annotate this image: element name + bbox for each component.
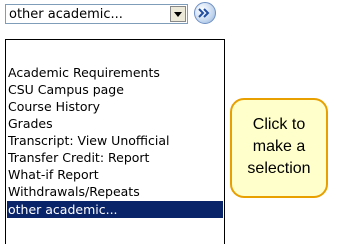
list-item[interactable]: What-if Report <box>8 166 99 183</box>
list-item-selected[interactable]: other academic... <box>7 201 223 218</box>
callout-line: make a <box>252 138 306 155</box>
callout-line: selection <box>247 160 311 177</box>
list-item[interactable]: Transfer Credit: Report <box>8 149 149 166</box>
list-item[interactable]: Academic Requirements <box>8 64 160 81</box>
dropdown-selected-value: other academic... <box>9 7 123 22</box>
academic-dropdown[interactable]: other academic... <box>5 4 188 24</box>
list-item[interactable]: Course History <box>8 98 100 115</box>
double-chevron-right-icon <box>198 8 210 18</box>
options-listbox[interactable]: Academic Requirements CSU Campus page Co… <box>5 39 225 244</box>
list-item[interactable]: Grades <box>8 115 53 132</box>
list-item[interactable]: Withdrawals/Repeats <box>8 183 140 200</box>
list-item[interactable]: CSU Campus page <box>8 81 124 98</box>
instruction-callout: Click to make a selection <box>230 98 328 198</box>
callout-text: Click to make a selection <box>232 114 326 180</box>
callout-line: Click to <box>252 116 306 133</box>
go-button[interactable] <box>194 2 216 24</box>
list-item[interactable]: Transcript: View Unofficial <box>8 132 169 149</box>
chevron-down-icon[interactable] <box>170 6 186 22</box>
